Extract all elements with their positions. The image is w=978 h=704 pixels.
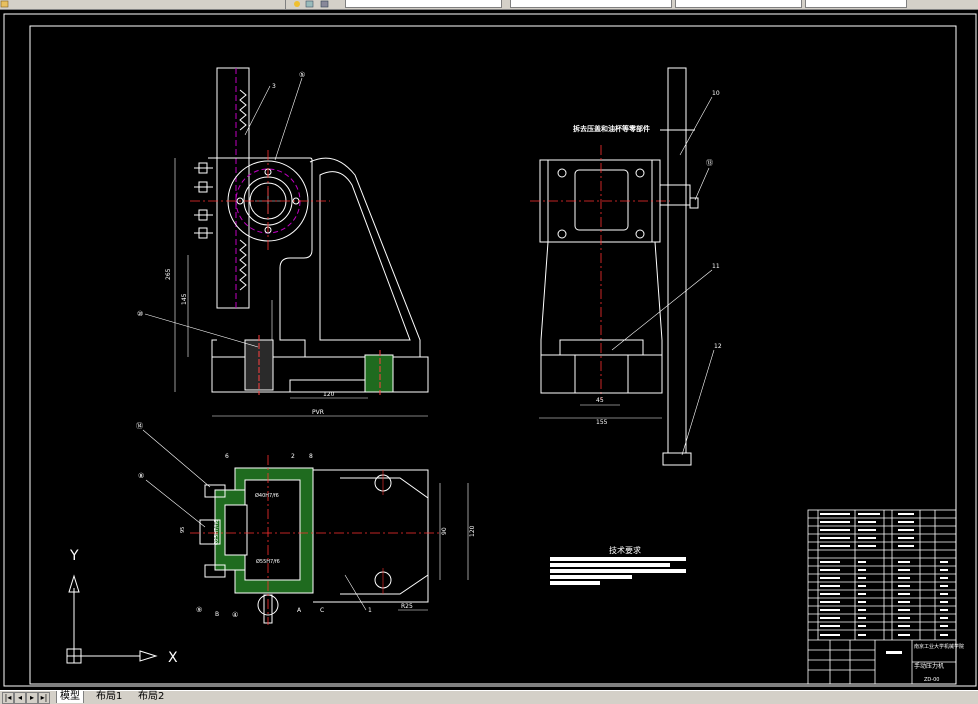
first-tab-button[interactable]: |◂ [2, 692, 14, 704]
inner-frame [29, 25, 957, 685]
callout-8: ⑧ [138, 472, 144, 480]
match-icon[interactable] [320, 0, 330, 8]
callout-8b: 8 [309, 453, 313, 460]
leader-line [145, 479, 206, 528]
dim-155: 155 [596, 419, 608, 426]
dim-45: 45 [596, 397, 604, 404]
last-tab-button[interactable]: ▸| [38, 692, 50, 704]
tab-layout1[interactable]: 布局1 [96, 691, 122, 703]
dim-145: 145 [181, 293, 188, 305]
title-block-title: 手动压力机 [914, 662, 944, 670]
ucs-y-label: Y [69, 548, 79, 564]
layer-dropdown[interactable] [345, 0, 502, 8]
lineweight-dropdown[interactable] [805, 0, 907, 8]
dim-pvr: PVR [312, 409, 324, 416]
next-tab-button[interactable]: ▸ [26, 692, 38, 704]
dim-r25: R25 [401, 603, 413, 610]
color-dropdown[interactable] [510, 0, 672, 8]
ucs-icon [66, 574, 158, 664]
dim-90: 90 [441, 527, 448, 535]
callout-2: 2 [291, 453, 295, 460]
leader-line [144, 313, 259, 348]
leader-line [694, 167, 710, 201]
view-title: 拆去压盖和油杯等零部件 [573, 124, 650, 133]
dim-120b: 120 [469, 525, 476, 537]
tech-requirements-title: 技术要求 [609, 545, 641, 555]
callout-b: B [215, 611, 219, 618]
callout-10: ⑩ [137, 310, 143, 318]
leader-line [274, 77, 303, 161]
callout-11: 11 [712, 263, 720, 270]
dim-fit-2: Ø55H7/f6 [256, 558, 280, 565]
drawing-canvas[interactable]: 3 ⑤ ⑩ 265 145 PVR 120 拆去压盖和油杯等零部件 10 ⑬ 1… [0, 9, 978, 690]
title-block-drawing-no: ZD-00 [924, 677, 939, 683]
leader-line [344, 574, 367, 611]
linetype-dropdown[interactable] [675, 0, 802, 8]
callout-14: ⑭ [136, 422, 143, 430]
callout-6: 6 [225, 453, 229, 460]
draw-order-icon[interactable] [0, 0, 10, 8]
callout-12: 12 [714, 343, 722, 350]
callout-9: ⑨ [196, 606, 202, 614]
tech-requirements-lines [550, 557, 686, 585]
properties-icon[interactable] [305, 0, 315, 8]
callout-4: ④ [232, 611, 238, 619]
dim-265: 265 [165, 268, 172, 280]
top-view [190, 455, 469, 625]
parts-list [807, 509, 957, 685]
ucs-x-label: X [168, 650, 178, 666]
leader-line [142, 429, 211, 488]
prev-tab-button[interactable]: ◂ [14, 692, 26, 704]
front-view [174, 67, 429, 417]
leader-line [681, 349, 715, 456]
callout-5: ⑤ [299, 71, 305, 79]
dim-fit-1: Ø40H7/f6 [255, 492, 279, 499]
title-block-company: 南京工业大学机械学院 [914, 643, 964, 650]
callout-13: ⑬ [706, 159, 713, 167]
leader-line [679, 96, 713, 156]
callout-1: 1 [368, 607, 372, 614]
callout-10-side: 10 [712, 90, 720, 97]
tab-model[interactable]: 模型 [56, 691, 84, 703]
layout-tabs-bar: |◂ ◂ ▸ ▸| 模型 布局1 布局2 [0, 690, 978, 704]
tab-layout2[interactable]: 布局2 [138, 691, 164, 703]
dim-fit-3: Ø25H7/h6 [213, 520, 220, 545]
callout-3: 3 [272, 83, 276, 90]
callout-a: A [297, 607, 302, 614]
layer-icon[interactable] [292, 0, 302, 8]
callout-c: C [320, 607, 324, 614]
toolbar-separator [285, 0, 286, 9]
dim-95: 95 [180, 527, 186, 533]
dim-120: 120 [323, 391, 335, 398]
